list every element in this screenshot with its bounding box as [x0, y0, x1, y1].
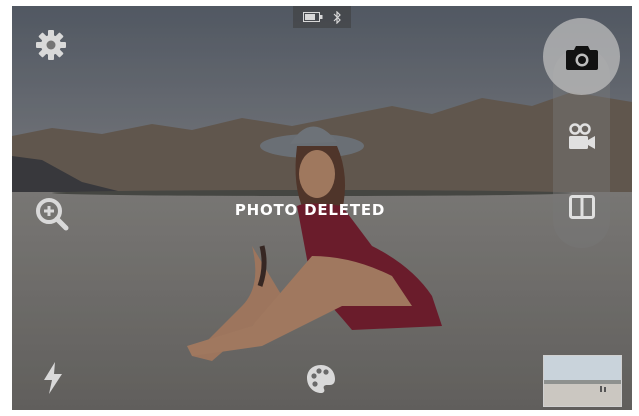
split-view-icon [569, 195, 595, 219]
toast-message: PHOTO DELETED [234, 201, 386, 219]
video-mode-button[interactable] [563, 118, 601, 156]
camera-icon [565, 45, 598, 70]
palette-icon [307, 365, 335, 393]
camera-viewfinder[interactable]: PHOTO DELETED [12, 6, 632, 410]
filters-button[interactable] [304, 362, 338, 396]
settings-button[interactable] [34, 28, 68, 62]
flash-button[interactable] [38, 360, 68, 396]
camera-app-frame: PHOTO DELETED [0, 0, 639, 416]
bluetooth-icon [333, 10, 341, 24]
lightning-icon [44, 362, 62, 394]
gear-icon [36, 30, 66, 60]
last-photo-thumbnail[interactable] [543, 355, 622, 407]
mode-switcher [543, 18, 620, 250]
video-camera-icon [569, 123, 595, 149]
status-bar [293, 6, 351, 28]
photo-mode-button[interactable] [543, 18, 620, 95]
battery-icon [303, 12, 323, 22]
thumbnail-image [544, 356, 621, 406]
split-mode-button[interactable] [563, 188, 601, 226]
